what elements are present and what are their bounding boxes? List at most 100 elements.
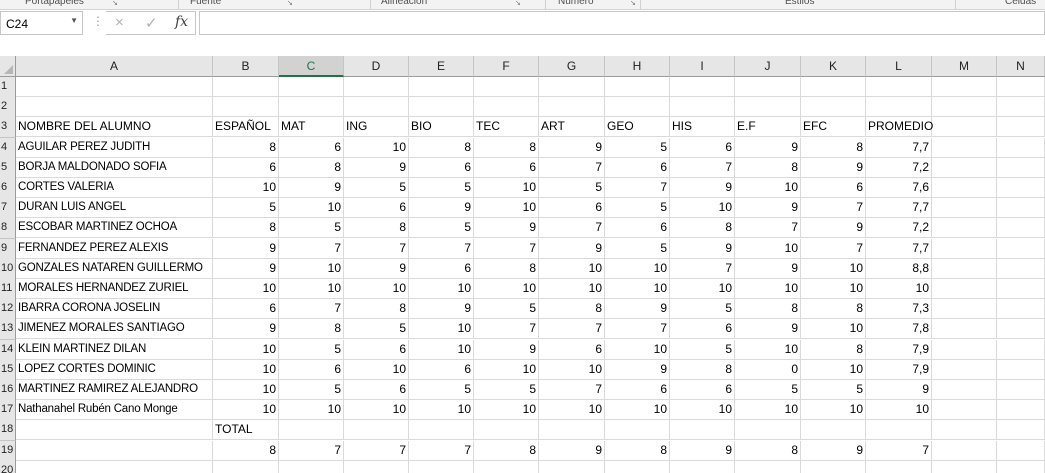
column-title-cell[interactable]: PROMEDIO — [866, 117, 933, 137]
total-value-cell[interactable]: 7 — [279, 441, 344, 461]
grade-cell[interactable]: 7 — [801, 198, 866, 218]
grade-cell[interactable]: 5 — [801, 380, 866, 400]
column-header-f[interactable]: F — [474, 56, 539, 77]
grade-cell[interactable]: 5 — [409, 380, 474, 400]
cell[interactable] — [932, 117, 997, 138]
cell[interactable] — [932, 137, 997, 158]
grade-cell[interactable]: 5 — [670, 299, 735, 319]
column-header-g[interactable]: G — [539, 56, 605, 77]
cell[interactable] — [997, 420, 1045, 441]
cell[interactable] — [605, 460, 670, 473]
grade-cell[interactable]: 10 — [213, 400, 279, 420]
cell[interactable] — [735, 420, 801, 441]
cell[interactable] — [474, 420, 539, 441]
grade-cell[interactable]: 9 — [213, 319, 279, 339]
cell[interactable] — [801, 460, 866, 473]
grade-cell[interactable]: 5 — [735, 380, 801, 400]
total-value-cell[interactable]: 7 — [409, 441, 474, 461]
grade-cell[interactable]: 8 — [344, 299, 409, 319]
cell[interactable] — [997, 339, 1045, 360]
average-cell[interactable]: 7,8 — [866, 319, 932, 339]
average-cell[interactable]: 10 — [866, 400, 932, 420]
column-title-cell[interactable]: HIS — [670, 117, 735, 137]
grade-cell[interactable]: 7 — [409, 239, 474, 259]
grade-cell[interactable]: 6 — [539, 198, 605, 218]
cell[interactable] — [932, 380, 997, 400]
insert-function-icon[interactable]: fx — [175, 14, 188, 30]
cell[interactable] — [866, 97, 932, 118]
grade-cell[interactable]: 10 — [735, 400, 801, 420]
row-header-16[interactable]: 16 — [0, 380, 16, 401]
total-value-cell[interactable]: 9 — [670, 441, 735, 461]
grade-cell[interactable]: 9 — [735, 259, 801, 279]
total-value-cell[interactable]: 8 — [735, 441, 801, 461]
grade-cell[interactable]: 5 — [344, 319, 409, 339]
grade-cell[interactable]: 10 — [670, 198, 735, 218]
cell[interactable] — [932, 218, 997, 239]
student-name-cell[interactable]: AGUILAR PEREZ JUDITH — [16, 138, 213, 158]
grade-cell[interactable]: 9 — [539, 138, 605, 158]
average-cell[interactable]: 7,6 — [866, 178, 932, 198]
cell[interactable] — [866, 420, 932, 441]
cell[interactable] — [539, 77, 605, 97]
row-header-19[interactable]: 19 — [0, 440, 16, 462]
student-name-cell[interactable]: GONZALES NATAREN GUILLERMO — [16, 259, 213, 279]
grade-cell[interactable]: 10 — [539, 360, 605, 380]
row-header-4[interactable]: 4 — [0, 137, 16, 159]
grade-cell[interactable]: 5 — [409, 178, 474, 198]
grade-cell[interactable]: 6 — [605, 380, 670, 400]
grade-cell[interactable]: 10 — [344, 138, 409, 158]
column-title-cell[interactable]: NOMBRE DEL ALUMNO — [16, 117, 213, 137]
grade-cell[interactable]: 6 — [474, 158, 539, 178]
name-box-dropdown-icon[interactable]: ▼ — [70, 16, 78, 25]
row-header-20[interactable]: 20 — [0, 460, 16, 473]
cell[interactable] — [605, 97, 670, 118]
row-header-2[interactable]: 2 — [0, 97, 16, 119]
grade-cell[interactable]: 10 — [279, 400, 344, 420]
cell[interactable] — [932, 238, 997, 259]
grade-cell[interactable]: 9 — [409, 299, 474, 319]
dialog-launcher-icon[interactable]: ↘ — [287, 0, 295, 8]
column-header-b[interactable]: B — [213, 56, 279, 77]
cell[interactable] — [16, 460, 213, 473]
grade-cell[interactable]: 7 — [539, 158, 605, 178]
cell[interactable] — [213, 460, 279, 473]
grade-cell[interactable]: 6 — [670, 380, 735, 400]
grade-cell[interactable]: 10 — [213, 178, 279, 198]
column-header-e[interactable]: E — [409, 56, 474, 77]
dialog-launcher-icon[interactable]: ↘ — [112, 0, 120, 8]
column-header-a[interactable]: A — [16, 56, 213, 77]
cell[interactable] — [932, 279, 997, 299]
total-value-cell[interactable]: 8 — [474, 441, 539, 461]
grade-cell[interactable]: 10 — [409, 400, 474, 420]
average-cell[interactable]: 7,2 — [866, 158, 932, 178]
grade-cell[interactable]: 8 — [279, 319, 344, 339]
grade-cell[interactable]: 10 — [474, 279, 539, 299]
column-title-cell[interactable]: TEC — [474, 117, 539, 137]
dialog-launcher-icon[interactable]: ↘ — [630, 0, 638, 8]
grade-cell[interactable]: 5 — [474, 299, 539, 319]
cell[interactable] — [932, 420, 997, 441]
grade-cell[interactable]: 9 — [735, 319, 801, 339]
row-header-18[interactable]: 18 — [0, 420, 16, 442]
average-cell[interactable]: 9 — [866, 380, 932, 400]
grade-cell[interactable]: 10 — [735, 279, 801, 299]
grade-cell[interactable]: 10 — [539, 400, 605, 420]
cell[interactable] — [801, 77, 866, 97]
row-header-11[interactable]: 11 — [0, 279, 16, 300]
cell[interactable] — [16, 97, 213, 118]
student-name-cell[interactable]: JIMENEZ MORALES SANTIAGO — [16, 319, 213, 339]
grade-cell[interactable]: 6 — [539, 340, 605, 360]
grade-cell[interactable]: 10 — [735, 178, 801, 198]
grade-cell[interactable]: 8 — [801, 299, 866, 319]
cell[interactable] — [279, 460, 344, 473]
grade-cell[interactable]: 5 — [539, 178, 605, 198]
grade-cell[interactable]: 7 — [670, 259, 735, 279]
grade-cell[interactable]: 10 — [344, 400, 409, 420]
column-header-d[interactable]: D — [344, 56, 409, 77]
grade-cell[interactable]: 10 — [409, 319, 474, 339]
student-name-cell[interactable]: DURAN LUIS ANGEL — [16, 198, 213, 218]
cell[interactable] — [670, 460, 735, 473]
grade-cell[interactable]: 8 — [213, 218, 279, 238]
grade-cell[interactable]: 6 — [279, 138, 344, 158]
